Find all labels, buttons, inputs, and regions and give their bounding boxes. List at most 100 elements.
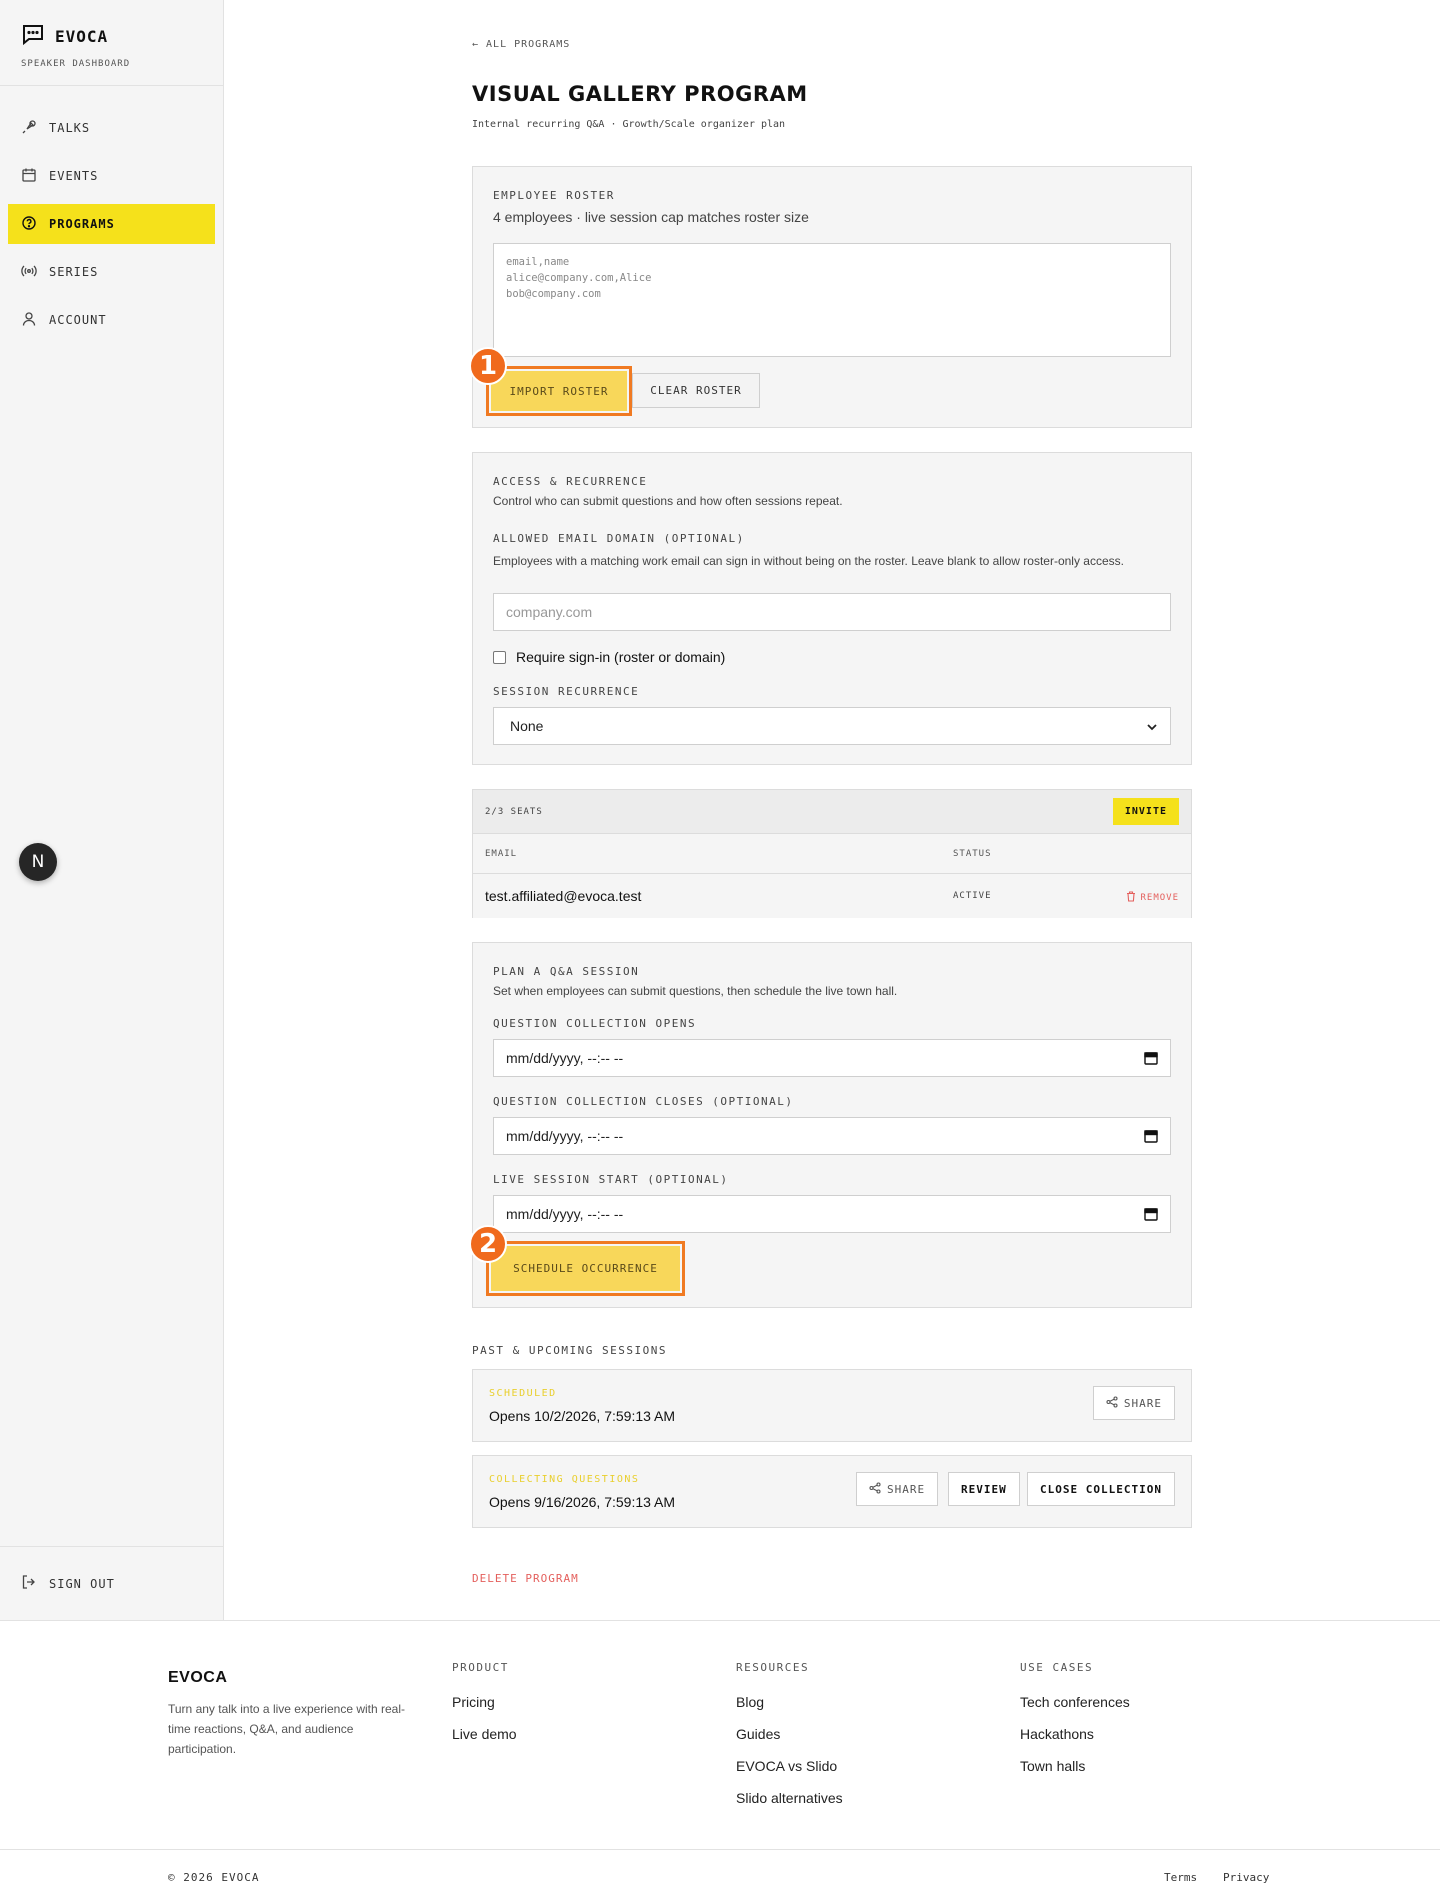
sign-out-icon [21,1574,37,1593]
footer-link-tech-conferences[interactable]: Tech conferences [1020,1686,1130,1718]
invite-button[interactable]: INVITE [1112,798,1179,825]
footer-column-use-cases: USE CASES Tech conferences Hackathons To… [1020,1661,1130,1782]
plan-label: PLAN A Q&A SESSION [493,965,640,978]
domain-label: ALLOWED EMAIL DOMAIN (OPTIONAL) [493,532,745,545]
seats-header: 2/3 SEATS INVITE [473,790,1191,834]
question-circle-icon [21,215,37,234]
trash-icon [1126,889,1136,907]
calendar-icon [21,167,37,186]
back-link[interactable]: ← ALL PROGRAMS [472,39,570,50]
sidebar-item-label: SERIES [49,265,99,279]
access-recurrence-card: ACCESS & RECURRENCE Control who can subm… [472,452,1192,765]
sidebar-item-talks[interactable]: TALKS [8,108,215,148]
footer-brand: EVOCA [168,1669,228,1686]
session-opens: Opens 10/2/2026, 7:59:13 AM [489,1408,676,1424]
footer-tagline: Turn any talk into a live experience wit… [168,1702,405,1756]
require-signin-row[interactable]: Require sign-in (roster or domain) [493,649,725,665]
sidebar-item-account[interactable]: ACCOUNT [8,300,215,340]
session-card: COLLECTING QUESTIONS Opens 9/16/2026, 7:… [472,1455,1192,1528]
import-roster-button[interactable]: IMPORT ROSTER [491,371,627,411]
share-icon [1106,1395,1118,1411]
footer-link-town-halls[interactable]: Town halls [1020,1750,1130,1782]
sidebar-nav: TALKS EVENTS PROGRAMS SERIES ACCOUNT [0,86,223,340]
footer-link-evoca-vs-slido[interactable]: EVOCA vs Slido [736,1750,843,1782]
share-button[interactable]: SHARE [1092,1386,1175,1420]
require-signin-label: Require sign-in (roster or domain) [516,649,726,665]
review-button[interactable]: REVIEW [948,1472,1020,1506]
session-card: SCHEDULED Opens 10/2/2026, 7:59:13 AM SH… [472,1369,1192,1442]
close-collection-button[interactable]: CLOSE COLLECTION [1027,1472,1175,1506]
clear-roster-button[interactable]: CLEAR ROSTER [632,373,760,408]
roster-desc: 4 employees · live session cap matches r… [493,209,809,225]
sidebar-item-programs[interactable]: PROGRAMS [8,204,215,244]
sidebar-item-series[interactable]: SERIES [8,252,215,292]
share-button[interactable]: SHARE [856,1472,939,1506]
footer-link-privacy[interactable]: Privacy [1223,1871,1269,1884]
calendar-icon[interactable] [1144,1207,1158,1224]
sidebar-item-label: TALKS [49,121,91,135]
recurrence-label: SESSION RECURRENCE [493,685,640,698]
step-marker-1: 1 [469,347,507,385]
footer-divider [0,1849,1440,1850]
footer-column-title: RESOURCES [736,1661,810,1674]
collection-closes-input[interactable]: mm/dd/yyyy, --:-- -- [493,1117,1171,1155]
step-marker-2: 2 [469,1225,507,1263]
footer-link-pricing[interactable]: Pricing [452,1686,517,1718]
microphone-icon [21,119,37,138]
seat-email: test.affiliated@evoca.test [485,888,642,904]
live-session-start-input[interactable]: mm/dd/yyyy, --:-- -- [493,1195,1171,1233]
footer-column-resources: RESOURCES Blog Guides EVOCA vs Slido Sli… [736,1661,843,1814]
live-start-label: LIVE SESSION START (OPTIONAL) [493,1173,729,1186]
page-subtitle: Internal recurring Q&A · Growth/Scale or… [472,119,786,130]
chevron-down-icon [1146,720,1158,736]
footer-link-slido-alternatives[interactable]: Slido alternatives [736,1782,843,1814]
collection-opens-input[interactable]: mm/dd/yyyy, --:-- -- [493,1039,1171,1077]
email-domain-input[interactable]: company.com [493,593,1171,631]
footer-link-live-demo[interactable]: Live demo [452,1718,517,1750]
employee-roster-card: EMPLOYEE ROSTER 4 employees · live sessi… [469,166,1192,428]
closes-label: QUESTION COLLECTION CLOSES (OPTIONAL) [493,1095,794,1108]
access-desc: Control who can submit questions and how… [493,494,843,508]
brand-subtitle: SPEAKER DASHBOARD [21,59,131,69]
share-label: SHARE [887,1482,926,1496]
plan-session-card: PLAN A Q&A SESSION Set when employees ca… [469,942,1192,1308]
footer-link-hackathons[interactable]: Hackathons [1020,1718,1130,1750]
footer-link-terms[interactable]: Terms [1164,1871,1197,1884]
plan-desc: Set when employees can submit questions,… [493,984,898,998]
date-placeholder: mm/dd/yyyy, --:-- -- [506,1206,624,1222]
dev-tools-badge[interactable]: N [19,843,57,881]
seat-count: 2/3 SEATS [485,806,543,817]
brand: EVOCA SPEAKER DASHBOARD [0,0,223,86]
recurrence-value: None [510,718,544,734]
session-status: COLLECTING QUESTIONS [489,1474,640,1485]
sidebar: EVOCA SPEAKER DASHBOARD TALKS EVENTS PRO… [0,0,224,1620]
sign-out-label: SIGN OUT [49,1576,115,1591]
calendar-icon[interactable] [1144,1051,1158,1068]
sidebar-item-events[interactable]: EVENTS [8,156,215,196]
seats-table: 2/3 SEATS INVITE EMAIL STATUS test.affil… [472,789,1192,918]
calendar-icon[interactable] [1144,1129,1158,1146]
footer-column-title: USE CASES [1020,1661,1094,1674]
footer-link-guides[interactable]: Guides [736,1718,843,1750]
remove-button[interactable]: REMOVE [1126,889,1179,907]
roster-textarea[interactable]: email,name alice@company.com,Alice bob@c… [493,243,1171,357]
recurrence-select[interactable]: None [493,707,1171,745]
chat-bubble-icon [21,22,45,51]
sign-out-button[interactable]: SIGN OUT [0,1546,223,1620]
domain-desc: Employees with a matching work email can… [493,554,1124,568]
brand-name: EVOCA [55,27,109,46]
footer: EVOCA Turn any talk into a live experien… [0,1620,1440,1898]
opens-label: QUESTION COLLECTION OPENS [493,1017,697,1030]
session-status: SCHEDULED [489,1388,557,1399]
access-label: ACCESS & RECURRENCE [493,475,648,488]
table-row: test.affiliated@evoca.test ACTIVE REMOVE [473,874,1191,918]
require-signin-checkbox[interactable] [493,650,506,664]
delete-program-button[interactable]: DELETE PROGRAM [472,1572,579,1585]
column-status: STATUS [953,849,992,859]
session-opens: Opens 9/16/2026, 7:59:13 AM [489,1494,676,1510]
footer-column-product: PRODUCT Pricing Live demo [452,1661,517,1750]
schedule-occurrence-button[interactable]: SCHEDULE OCCURRENCE [491,1246,680,1291]
sidebar-item-label: ACCOUNT [49,313,107,327]
footer-link-blog[interactable]: Blog [736,1686,843,1718]
broadcast-icon [21,263,37,282]
